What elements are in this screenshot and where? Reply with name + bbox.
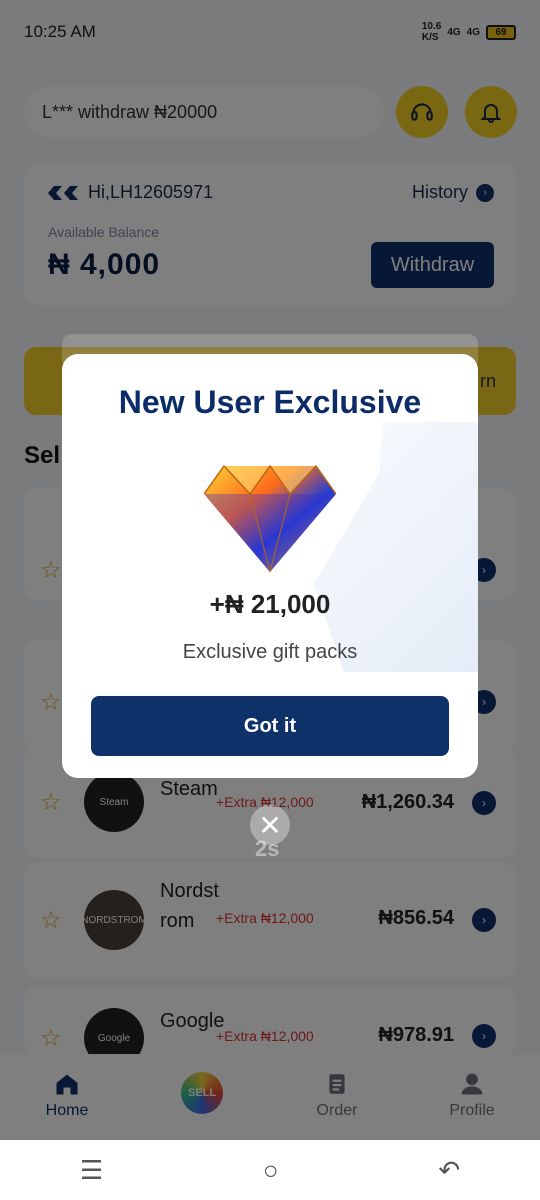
gift-amount: +₦ 21,000: [209, 589, 331, 619]
diamond-icon: [204, 464, 336, 572]
app-screen: 10:25 AM 10.6 K/S 4G 4G 69 L*** withdraw…: [0, 0, 540, 1200]
back-icon[interactable]: ↶: [438, 1155, 460, 1186]
close-countdown: 2s: [255, 836, 280, 861]
modal-decoration: [314, 422, 478, 672]
menu-icon[interactable]: ☰: [80, 1155, 103, 1186]
got-it-button[interactable]: Got it: [91, 696, 449, 756]
modal-title: New User Exclusive: [118, 384, 422, 420]
circle-home-icon[interactable]: ○: [263, 1155, 279, 1186]
gift-subtitle: Exclusive gift packs: [182, 641, 358, 663]
system-navigation-bar: ☰ ○ ↶: [0, 1140, 540, 1200]
new-user-modal: New User Exclusive +₦ 21,000 Exclusive g…: [62, 354, 478, 778]
